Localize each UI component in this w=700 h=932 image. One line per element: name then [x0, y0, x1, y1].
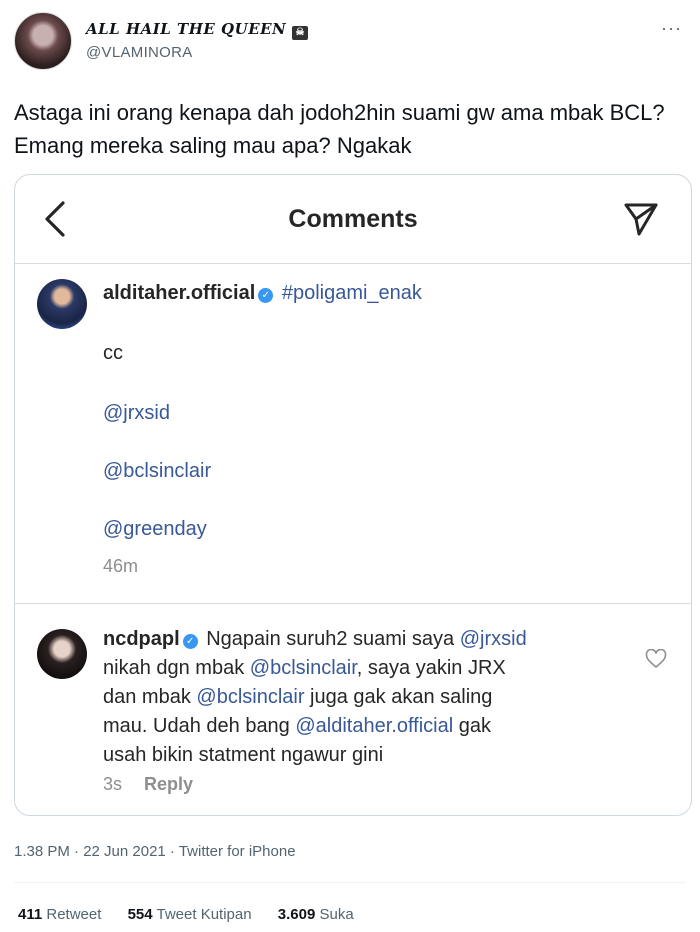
footer-divider — [14, 882, 686, 883]
comment-cc: cc — [103, 342, 123, 364]
comment-username: alditaher.official — [103, 282, 256, 304]
reply-comment-body: ncdpapl ✓ Ngapain suruh2 suami saya @jrxs… — [103, 625, 643, 770]
paper-plane-icon — [624, 203, 658, 236]
reply-text-2: nikah dgn mbak — [103, 657, 250, 679]
reply-mention-2: @bclsinclair — [249, 657, 357, 679]
retweets-count: 411 — [18, 906, 43, 923]
quotes-count: 554 — [127, 906, 153, 923]
reply-username: ncdpapl — [103, 628, 180, 650]
reply-text-3: dan mbak — [103, 686, 197, 708]
author-handle[interactable]: @VLAMINORA — [86, 44, 193, 61]
mention-jrxsid: @jrxsid — [103, 402, 170, 424]
retweets-label: Retweet — [46, 906, 102, 923]
author-avatar[interactable] — [14, 12, 72, 70]
likes-count: 3.609 — [277, 906, 316, 923]
mention-greenday: @greenday — [103, 518, 207, 540]
more-icon[interactable]: ··· — [661, 18, 682, 39]
reply-time: 3s — [103, 774, 123, 794]
mention-bclsinclair: @bclsinclair — [103, 460, 212, 482]
quotes-label: Tweet Kutipan — [156, 906, 252, 923]
reply-meta: 3s Reply — [103, 774, 193, 795]
reply-text-1: Ngapain suruh2 suami saya — [206, 628, 460, 650]
tweet-text: Astaga ini orang kenapa dah jodoh2hin su… — [14, 100, 665, 158]
heart-icon — [645, 649, 667, 669]
reply-mention-3: @bclsinclair — [196, 686, 305, 708]
reply-text-4: mau. Udah deh bang — [103, 715, 296, 737]
quotes-stat[interactable]: 554 Tweet Kutipan — [128, 906, 252, 923]
tweet-timestamp[interactable]: 1.38 PM · 22 Jun 2021 · Twitter for iPho… — [14, 843, 296, 860]
verified-badge-icon: ✓ — [258, 288, 274, 303]
reply-text-5: usah bikin statment ngawur gini — [103, 744, 384, 766]
reply-button: Reply — [144, 774, 194, 794]
verified-badge-icon: ✓ — [182, 634, 198, 649]
reply-tail-3: juga gak akan saling — [304, 686, 493, 708]
comments-title: Comments — [288, 205, 418, 233]
comments-header: Comments — [15, 175, 691, 263]
reply-mention-1: @jrxsid — [459, 628, 527, 650]
tweet-header: ALL HAIL THE QUEEN ☠ @VLAMINORA ··· — [14, 12, 686, 72]
embedded-screenshot[interactable]: Comments alditaher.official ✓ #poligami_e… — [14, 174, 692, 816]
comment-time: 46m — [103, 556, 139, 576]
likes-stat[interactable]: 3.609 Suka — [278, 906, 354, 923]
header-divider — [15, 263, 691, 264]
commenter-avatar — [37, 629, 87, 679]
likes-label: Suka — [319, 906, 354, 923]
tweet-stats: 411 Retweet 554 Tweet Kutipan 3.609 Suka — [18, 906, 376, 923]
comment-divider — [15, 603, 691, 604]
commenter-avatar — [37, 279, 87, 329]
comment-hashtag: #poligami_enak — [281, 282, 422, 304]
reply-tail-4: gak — [453, 715, 491, 737]
skull-crossbones-icon: ☠ — [292, 26, 309, 40]
reply-mention-4: @alditaher.official — [295, 715, 454, 737]
display-name-text: ALL HAIL THE QUEEN — [86, 20, 287, 38]
reply-tail-2: , saya yakin JRX — [356, 657, 506, 679]
comment-header: alditaher.official ✓ #poligami_enak — [103, 279, 422, 308]
retweets-stat[interactable]: 411 Retweet — [18, 906, 101, 923]
author-display-name[interactable]: ALL HAIL THE QUEEN ☠ — [86, 20, 309, 40]
